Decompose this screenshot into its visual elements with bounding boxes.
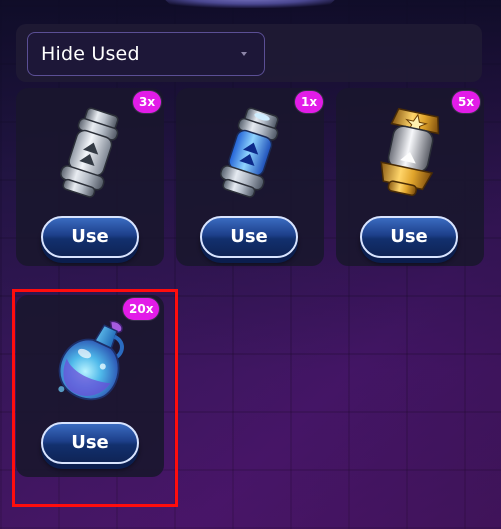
chevron-down-icon bbox=[241, 52, 247, 56]
filter-dropdown-value: Hide Used bbox=[41, 43, 140, 65]
item-card-silver-capsule: Use bbox=[16, 88, 164, 266]
top-glow-decoration bbox=[150, 0, 350, 8]
item-count-badge: 5x bbox=[452, 91, 481, 113]
item-card-blue-capsule: Use bbox=[176, 88, 324, 266]
use-button[interactable]: Use bbox=[41, 216, 139, 258]
selection-highlight bbox=[12, 289, 178, 507]
item-count-badge: 3x bbox=[133, 91, 162, 113]
blue-capsule-icon bbox=[219, 107, 279, 198]
gold-capsule-icon bbox=[380, 107, 440, 196]
use-button[interactable]: Use bbox=[360, 216, 458, 258]
item-count-badge: 1x bbox=[295, 91, 324, 113]
item-card-gold-capsule: Use bbox=[336, 88, 484, 266]
silver-capsule-icon bbox=[59, 107, 119, 198]
use-button[interactable]: Use bbox=[200, 216, 298, 258]
filter-dropdown[interactable]: Hide Used bbox=[27, 32, 265, 76]
